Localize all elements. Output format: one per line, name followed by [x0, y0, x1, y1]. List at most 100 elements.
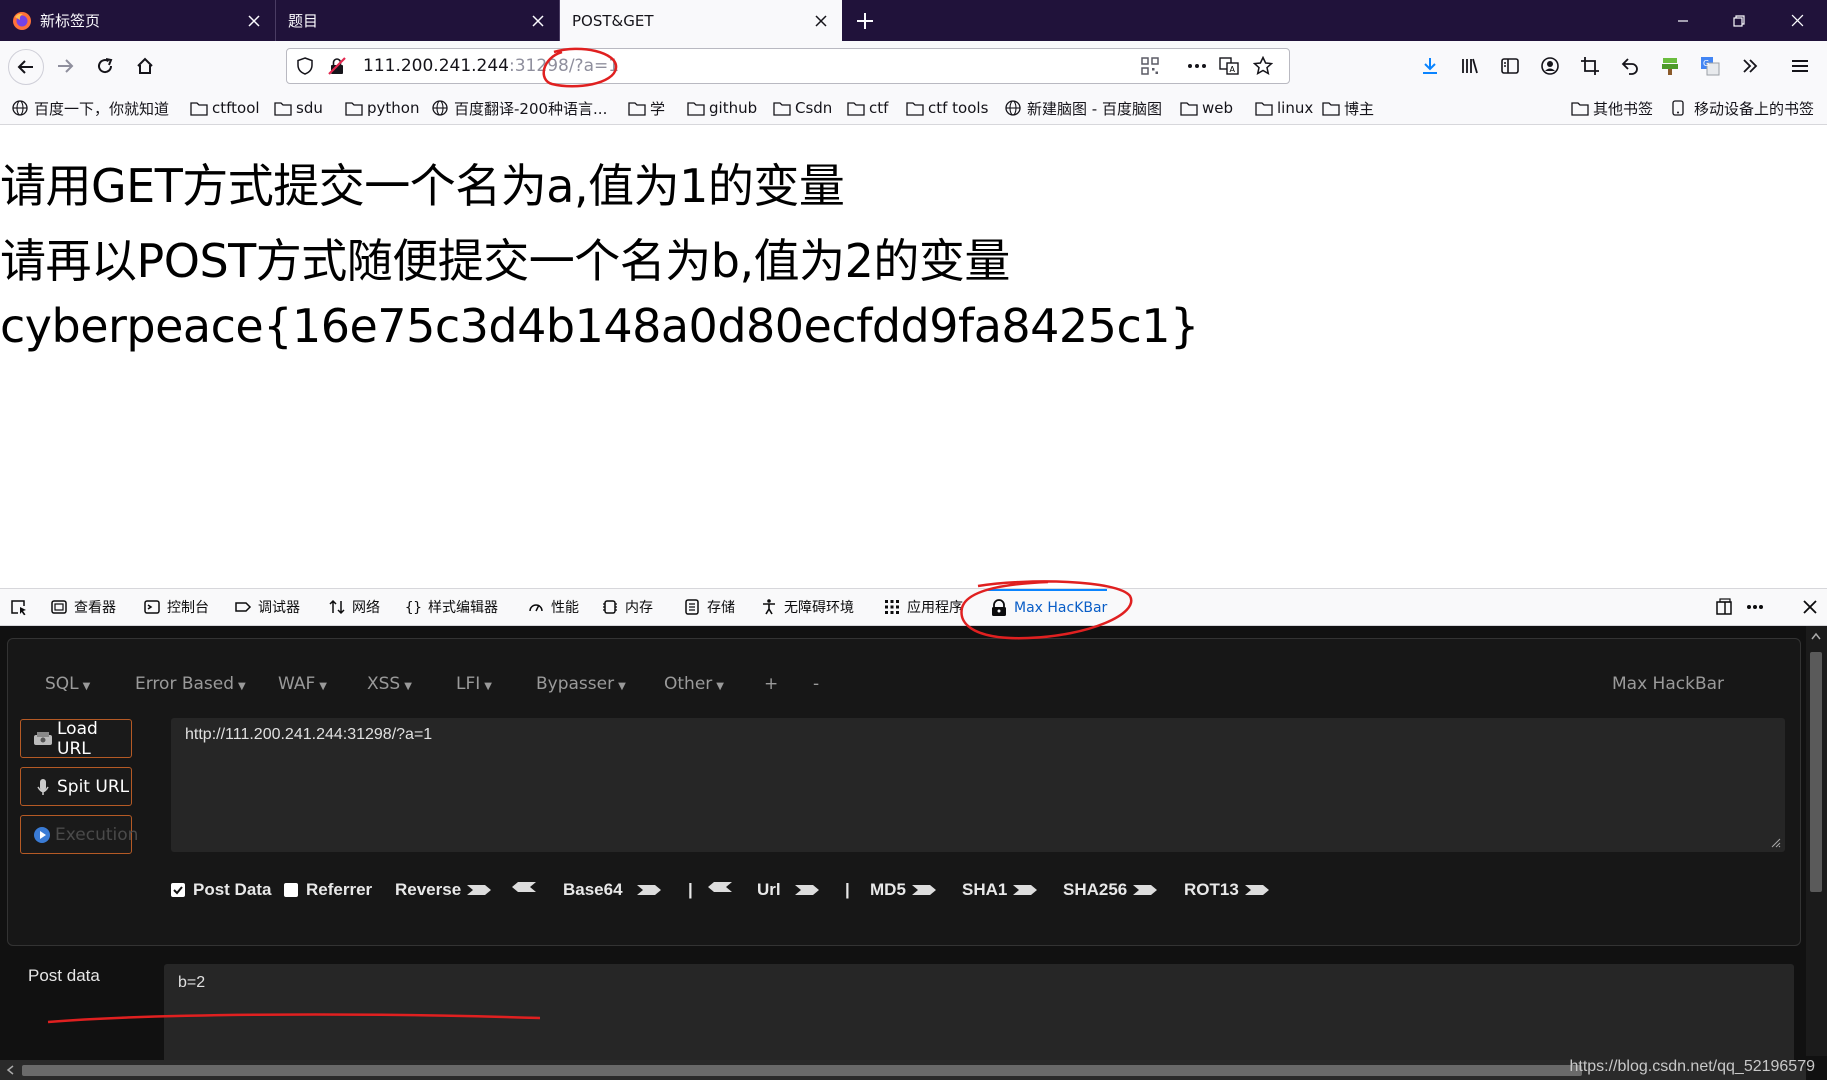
devtools-tab[interactable]: 网络 — [328, 589, 380, 625]
tab-post-get[interactable]: POST&GET — [560, 0, 842, 41]
bookmark-item[interactable]: ctftool — [190, 97, 260, 119]
md5-button[interactable]: MD5 — [870, 880, 938, 900]
horizontal-scrollbar[interactable] — [0, 1060, 1806, 1080]
url-text[interactable]: 111.200.241.244:31298/?a=1 — [363, 56, 619, 76]
referrer-checkbox[interactable]: Referrer — [284, 880, 372, 900]
new-tab-button[interactable] — [852, 8, 878, 34]
vertical-scroll-thumb[interactable] — [1810, 652, 1822, 892]
bookmark-item[interactable]: 博主 — [1322, 97, 1374, 119]
load-url-button[interactable]: Load URL — [20, 719, 132, 759]
window-close-button[interactable] — [1767, 0, 1827, 41]
close-icon[interactable] — [812, 12, 830, 30]
menu-label: LFI — [456, 674, 481, 694]
devtools-tab[interactable]: 内存 — [601, 589, 653, 625]
option-label: Post Data — [193, 880, 272, 899]
translate-icon[interactable]: A — [1219, 56, 1239, 76]
forward-button[interactable] — [48, 49, 82, 83]
bookmark-item[interactable]: python — [345, 97, 419, 119]
vertical-scrollbar[interactable] — [1806, 626, 1827, 1056]
rot13-button[interactable]: ROT13 — [1184, 880, 1271, 900]
devtools-tab[interactable]: {} 样式编辑器 — [404, 589, 498, 625]
bookmark-item[interactable]: 百度一下，你就知道 — [12, 97, 169, 119]
more-actions-icon[interactable] — [1187, 56, 1207, 76]
instruction-post: 请再以POST方式随便提交一个名为b,值为2的变量 — [0, 234, 1010, 288]
devtools-tab[interactable]: 无障碍环境 — [760, 589, 854, 625]
bookmark-item[interactable]: web — [1180, 97, 1233, 119]
close-icon[interactable] — [529, 12, 547, 30]
sha256-button[interactable]: SHA256 — [1063, 880, 1159, 900]
menu-add[interactable]: + — [764, 674, 778, 694]
restore-button[interactable] — [1711, 0, 1767, 41]
devtools-close-button[interactable] — [1801, 589, 1825, 625]
bookmark-item[interactable]: Csdn — [773, 97, 832, 119]
devtools-tab[interactable]: 应用程序 — [883, 589, 963, 625]
downloads-button[interactable] — [1417, 53, 1443, 79]
bookmark-item[interactable]: ctf tools — [906, 97, 988, 119]
element-picker-button[interactable] — [10, 589, 34, 625]
overflow-button[interactable] — [1737, 53, 1763, 79]
hackbar-url-textarea[interactable]: http://111.200.241.244:31298/?a=1 — [171, 718, 1785, 852]
bookmark-star-icon[interactable] — [1253, 56, 1273, 76]
post-data-checkbox[interactable]: Post Data — [171, 880, 271, 900]
url-decode-button[interactable] — [706, 880, 734, 894]
url-encode-button[interactable]: Url — [757, 880, 821, 900]
bookmark-item[interactable]: ctf — [847, 97, 888, 119]
execute-button[interactable]: Execution — [20, 815, 138, 854]
menu-bypasser[interactable]: Bypasser ▼ — [536, 674, 626, 694]
reverse-button[interactable]: Reverse — [395, 880, 493, 900]
menu-other[interactable]: Other ▼ — [664, 674, 724, 694]
extension-button[interactable] — [1657, 53, 1683, 79]
menu-xss[interactable]: XSS ▼ — [367, 674, 412, 694]
library-button[interactable] — [1457, 53, 1483, 79]
devtools-tab[interactable]: Max HacKBar — [988, 589, 1108, 625]
menu-lfi[interactable]: LFI ▼ — [456, 674, 492, 694]
qr-code-icon[interactable] — [1140, 56, 1160, 76]
sidebar-button[interactable] — [1497, 53, 1523, 79]
translate-extension-button[interactable]: G — [1697, 53, 1723, 79]
home-button[interactable] — [128, 49, 162, 83]
reload-button[interactable] — [88, 49, 122, 83]
instruction-get: 请用GET方式提交一个名为a,值为1的变量 — [0, 159, 845, 213]
menu-error-based[interactable]: Error Based ▼ — [135, 674, 246, 694]
bookmark-item[interactable]: linux — [1255, 97, 1313, 119]
sha1-button[interactable]: SHA1 — [962, 880, 1039, 900]
option-label: Base64 — [563, 880, 623, 899]
devtools-tab[interactable]: 控制台 — [143, 589, 209, 625]
dock-side-button[interactable] — [1715, 589, 1739, 625]
bookmark-item[interactable]: 新建脑图 - 百度脑图 — [1005, 97, 1162, 119]
close-icon[interactable] — [245, 12, 263, 30]
bookmark-item[interactable]: 移动设备上的书签 — [1672, 97, 1814, 119]
account-button[interactable] — [1537, 53, 1563, 79]
base64-decode-button[interactable] — [510, 880, 538, 894]
split-url-button[interactable]: Spit URL — [20, 767, 132, 806]
devtools-menu-button[interactable] — [1746, 589, 1770, 625]
minimize-button[interactable] — [1655, 0, 1711, 41]
menu-waf[interactable]: WAF ▼ — [278, 674, 327, 694]
caret-down-icon: ▼ — [238, 681, 246, 692]
screenshot-button[interactable] — [1577, 53, 1603, 79]
horizontal-scroll-thumb[interactable] — [22, 1065, 1582, 1076]
bookmark-item[interactable]: 百度翻译-200种语言... — [432, 97, 607, 119]
bookmark-item[interactable]: 学 — [628, 97, 665, 119]
url-bar[interactable]: 111.200.241.244:31298/?a=1 A — [286, 48, 1290, 84]
caret-down-icon: ▼ — [404, 681, 412, 692]
devtools-tab[interactable]: 存储 — [683, 589, 735, 625]
devtools-tab[interactable]: 调试器 — [234, 589, 300, 625]
app-menu-button[interactable] — [1787, 53, 1813, 79]
bookmark-item[interactable]: 其他书签 — [1571, 97, 1653, 119]
tab-new-tab[interactable]: 新标签页 — [0, 0, 276, 41]
bookmark-item[interactable]: sdu — [274, 97, 323, 119]
shield-icon[interactable] — [295, 56, 315, 76]
devtools-tab[interactable]: 查看器 — [50, 589, 116, 625]
post-data-textarea[interactable]: b=2 — [164, 964, 1794, 1074]
back-button[interactable] — [8, 49, 44, 85]
menu-remove[interactable]: - — [813, 674, 819, 694]
menu-sql[interactable]: SQL ▼ — [45, 674, 90, 694]
base64-encode-button[interactable]: Base64 — [563, 880, 663, 900]
insecure-lock-icon[interactable] — [327, 56, 347, 76]
download-icon — [1423, 58, 1437, 74]
bookmark-item[interactable]: github — [687, 97, 757, 119]
tab-problem[interactable]: 题目 — [276, 0, 560, 41]
devtools-tab[interactable]: 性能 — [527, 589, 579, 625]
undo-button[interactable] — [1617, 53, 1643, 79]
